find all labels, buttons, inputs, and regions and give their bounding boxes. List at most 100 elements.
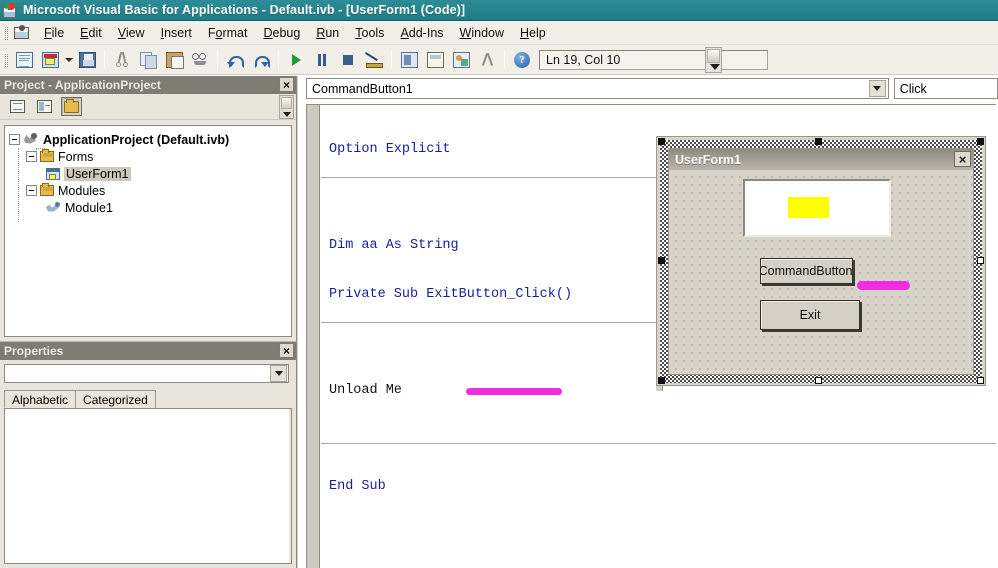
collapse-toggle-icon[interactable]: [9, 134, 20, 145]
paste-button[interactable]: [162, 48, 186, 71]
copy-button[interactable]: [136, 48, 160, 71]
marker-commandbutton-form: [857, 281, 910, 290]
resize-handle-top-right[interactable]: [977, 138, 984, 145]
undo-arrow-icon: [227, 53, 244, 68]
collapse-toggle-icon[interactable]: [26, 151, 37, 162]
reset-button[interactable]: [336, 48, 360, 71]
menu-item-view[interactable]: View: [110, 23, 153, 43]
userform-client-area[interactable]: CommandButton1 Exit: [669, 170, 973, 374]
view-excel-button[interactable]: [12, 48, 36, 71]
project-tree[interactable]: ApplicationProject (Default.ivb) Forms U…: [4, 125, 292, 337]
toolbar-drag-handle[interactable]: [2, 51, 11, 69]
resize-handle-bottom-center[interactable]: [815, 377, 822, 384]
properties-window-button[interactable]: [423, 48, 447, 71]
find-button[interactable]: [188, 48, 212, 71]
toggle-folders-button[interactable]: [61, 97, 82, 116]
properties-grid-scrollbar[interactable]: [289, 409, 291, 563]
resize-handle-middle-right[interactable]: [977, 257, 984, 264]
textbox1-control[interactable]: [743, 179, 891, 237]
design-mode-button[interactable]: [362, 48, 386, 71]
properties-window-icon: [426, 51, 444, 68]
menu-bar: File Edit View Insert Format Debug Run T…: [0, 21, 998, 45]
menubar-drag-handle[interactable]: [2, 24, 11, 42]
resize-handle-top-left[interactable]: [658, 138, 665, 145]
menu-item-file[interactable]: File: [36, 23, 72, 43]
resize-handle-top-center[interactable]: [815, 138, 822, 145]
userform-icon: [46, 167, 60, 180]
folder-icon: [64, 98, 79, 113]
chevron-down-icon[interactable]: [270, 365, 287, 382]
menu-item-run[interactable]: Run: [308, 23, 347, 43]
properties-object-select[interactable]: [4, 364, 289, 383]
folder-icon: [40, 149, 54, 162]
chevron-down-icon[interactable]: [868, 80, 886, 97]
tab-alphabetic[interactable]: Alphabetic: [4, 390, 77, 408]
object-browser-button[interactable]: [449, 48, 473, 71]
stop-square-icon: [343, 54, 353, 65]
userform-icon: [41, 51, 59, 68]
menu-item-insert[interactable]: Insert: [153, 23, 200, 43]
view-object-button[interactable]: [34, 97, 55, 116]
redo-button[interactable]: [249, 48, 273, 71]
break-button[interactable]: [310, 48, 334, 71]
code-token: Option Explicit: [329, 142, 451, 158]
menu-item-edit[interactable]: Edit: [72, 23, 110, 43]
collapse-toggle-icon[interactable]: [26, 185, 37, 196]
project-panel-scrollbar[interactable]: [279, 95, 294, 119]
pause-icon: [317, 53, 327, 66]
code-margin-indicator-bar[interactable]: [307, 105, 320, 568]
toolbox-button[interactable]: [475, 48, 499, 71]
userform[interactable]: UserForm1 × CommandButton1 Exit: [668, 148, 974, 375]
code-token: Unload Me: [329, 383, 402, 399]
insert-dropdown-caret[interactable]: [63, 49, 74, 71]
project-explorer-button[interactable]: [397, 48, 421, 71]
menu-item-tools[interactable]: Tools: [347, 23, 392, 43]
cut-button[interactable]: [110, 48, 134, 71]
tree-item-project[interactable]: ApplicationProject (Default.ivb): [9, 131, 291, 148]
document-control-icon[interactable]: [12, 24, 32, 42]
chevron-down-icon: [710, 64, 720, 70]
undo-button[interactable]: [223, 48, 247, 71]
properties-panel-close-button[interactable]: ×: [279, 343, 294, 358]
project-window-icon: [400, 51, 418, 68]
code-window-dropdowns: CommandButton1 Click: [306, 78, 998, 100]
userform-close-button[interactable]: ×: [954, 151, 971, 167]
help-button[interactable]: ?: [510, 48, 534, 71]
window-titlebar: Microsoft Visual Basic for Applications …: [0, 0, 998, 21]
designer-canvas[interactable]: UserForm1 × CommandButton1 Exit: [656, 136, 986, 386]
run-button[interactable]: [284, 48, 308, 71]
binoculars-icon: [191, 52, 209, 67]
properties-panel: Properties × Alphabetic Categorized: [0, 341, 297, 568]
menu-item-window[interactable]: Window: [452, 23, 512, 43]
tree-item-module1[interactable]: Module1: [9, 199, 291, 216]
resize-handle-bottom-right[interactable]: [977, 377, 984, 384]
scissors-icon: [115, 52, 129, 67]
clipboard-icon: [165, 51, 184, 69]
insert-userform-button[interactable]: [38, 48, 62, 71]
tree-item-forms[interactable]: Forms: [9, 148, 291, 165]
menu-item-debug[interactable]: Debug: [255, 23, 308, 43]
object-dropdown[interactable]: CommandButton1: [306, 78, 889, 99]
menu-item-addins[interactable]: Add-Ins: [392, 23, 451, 43]
menu-item-help[interactable]: Help: [512, 23, 554, 43]
ruler-pencil-icon: [365, 52, 383, 68]
commandbutton1-control[interactable]: CommandButton1: [760, 258, 853, 284]
document-icon: [15, 51, 33, 68]
procedure-dropdown[interactable]: Click: [893, 78, 998, 99]
resize-handle-middle-left[interactable]: [658, 257, 665, 264]
save-button[interactable]: [75, 48, 99, 71]
vba-ide-window: Microsoft Visual Basic for Applications …: [0, 0, 998, 568]
code-line: End Sub: [329, 475, 996, 499]
toolbar-overflow-scroll[interactable]: [705, 47, 722, 73]
tree-item-userform1[interactable]: UserForm1: [9, 165, 291, 182]
tab-categorized[interactable]: Categorized: [75, 390, 156, 408]
menu-item-format[interactable]: Format: [200, 23, 256, 43]
toolbox-icon: [480, 52, 495, 67]
view-code-button[interactable]: [7, 97, 28, 116]
properties-grid[interactable]: [4, 408, 292, 564]
resize-handle-bottom-left[interactable]: [658, 377, 665, 384]
project-panel-close-button[interactable]: ×: [279, 77, 294, 92]
tree-item-modules[interactable]: Modules: [9, 182, 291, 199]
exitbutton-control[interactable]: Exit: [760, 300, 860, 330]
